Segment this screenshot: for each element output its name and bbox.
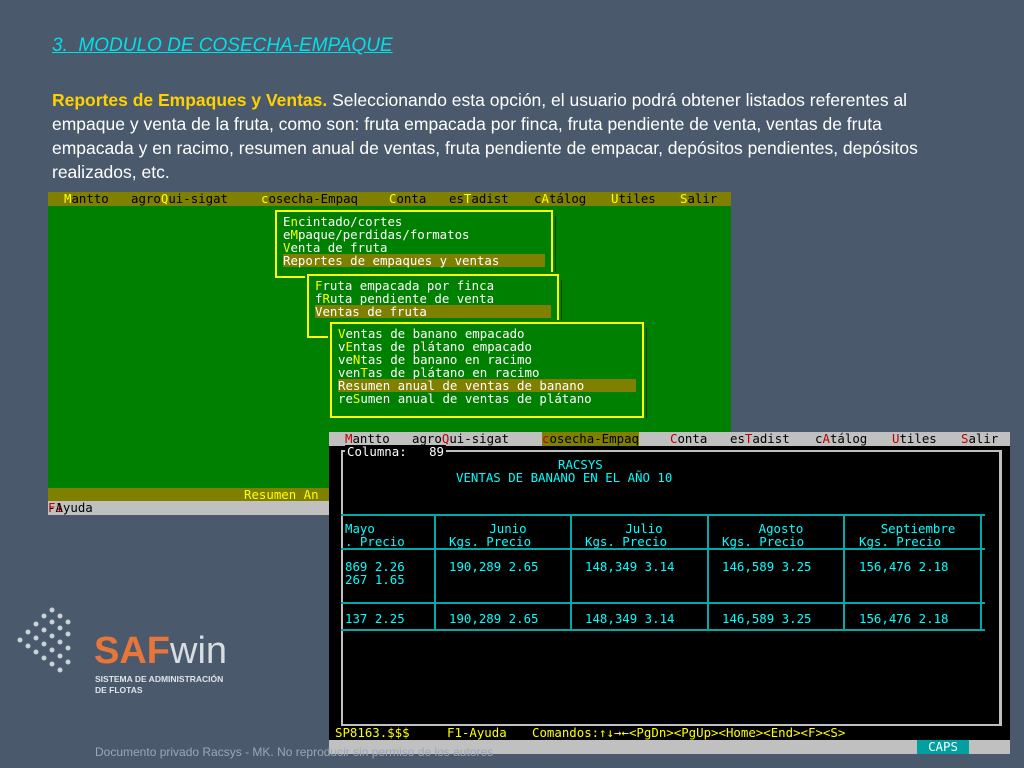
logo-brand-a: SAF [94, 630, 170, 672]
intro-paragraph: Reportes de Empaques y Ventas. Seleccion… [52, 88, 952, 184]
menubar-item-5[interactable]: cAtálog [534, 192, 586, 206]
table-cell: 148,349 3.14 [585, 559, 675, 574]
menubar-item-2[interactable]: cosecha-Empaq [542, 432, 639, 446]
menu-item[interactable]: Ventas de fruta [315, 305, 551, 318]
total-cell: 137 2.25 [345, 611, 405, 626]
intro-lead: Reportes de Empaques y Ventas. [52, 90, 328, 110]
menubar-item-3[interactable]: Conta [670, 432, 707, 446]
ventas-submenu: Ventas de banano empacado vEntas de pláta… [330, 322, 644, 418]
menubar-item-6[interactable]: Utiles [611, 192, 656, 206]
report-screen: Mantto agroQui-sigat cosecha-Empaq Conta esT… [329, 432, 1010, 754]
column-subheader: Kgs. Precio [585, 534, 668, 549]
column-subheader: Kgs. Precio [722, 534, 805, 549]
logo-subtitle-1: SISTEMA DE ADMINISTRACIÓN [95, 674, 224, 684]
menubar-item-4[interactable]: esTadist [449, 192, 509, 206]
menubar-item-5[interactable]: cAtálog [815, 432, 867, 446]
logo-brand-b: win [170, 630, 228, 672]
menubar-item-7[interactable]: Salir [680, 192, 717, 206]
report-panel [341, 450, 1002, 726]
menubar-item-6[interactable]: Utiles [892, 432, 937, 446]
program-name: SP8163.$$$ [335, 725, 410, 740]
menubar-item-3[interactable]: Conta [389, 192, 426, 206]
slide-heading: 3. MODULO DE COSECHA-EMPAQUE [52, 35, 393, 57]
heading-title: MODULO DE COSECHA-EMPAQUE [78, 35, 393, 56]
help-text: -Ayuda [48, 500, 93, 515]
column-indicator: Columna: 89 [345, 444, 446, 459]
logo-subtitle-2: DE FLOTAS [95, 685, 143, 695]
column-subheader: . Precio [345, 534, 405, 549]
table-cell: 190,289 2.65 [449, 559, 539, 574]
report-help: F1-Ayuda [447, 725, 507, 740]
table-cell: 267 1.65 [345, 572, 405, 587]
total-cell: 156,476 2.18 [859, 611, 949, 626]
menubar-item-4[interactable]: esTadist [730, 432, 790, 446]
report-title: VENTAS DE BANANO EN EL AÑO 10 [456, 470, 673, 485]
menubar-item-7[interactable]: Salir [961, 432, 998, 446]
column-subheader: Kgs. Precio [449, 534, 532, 549]
menu-item[interactable]: Reportes de empaques y ventas [283, 254, 545, 267]
cosecha-empaque-menu: Encintado/cortes eMpaque/perdidas/formato… [275, 210, 553, 278]
main-menubar: Mantto agroQui-sigat cosecha-Empaq Conta esT… [48, 192, 731, 206]
column-subheader: Kgs. Precio [859, 534, 942, 549]
commands-hint: Comandos:↑↓→←<PgDn><PgUp><Home><End><F><… [532, 725, 846, 740]
table-cell: 156,476 2.18 [859, 559, 949, 574]
footer-note: Documento privado Racsys - MK. No reprod… [95, 745, 494, 759]
total-cell: 190,289 2.65 [449, 611, 539, 626]
report-status-bar: SP8163.$$$ F1-Ayuda Comandos:↑↓→←<PgDn><… [329, 726, 1010, 740]
caps-indicator: CAPS [917, 740, 969, 754]
safwin-logo: SAFwin SISTEMA DE ADMINISTRACIÓN DE FLOT… [10, 600, 250, 710]
menubar-item-1[interactable]: agroQui-sigat [131, 192, 228, 206]
total-cell: 146,589 3.25 [722, 611, 812, 626]
table-cell: 146,589 3.25 [722, 559, 812, 574]
menu-item[interactable]: reSumen anual de ventas de plátano [338, 392, 636, 405]
total-cell: 148,349 3.14 [585, 611, 675, 626]
menubar-item-2[interactable]: cosecha-Empaq [261, 192, 358, 206]
heading-number: 3. [52, 35, 68, 56]
status-text: Resumen An [244, 487, 319, 502]
menubar-item-0[interactable]: Mantto [64, 192, 109, 206]
